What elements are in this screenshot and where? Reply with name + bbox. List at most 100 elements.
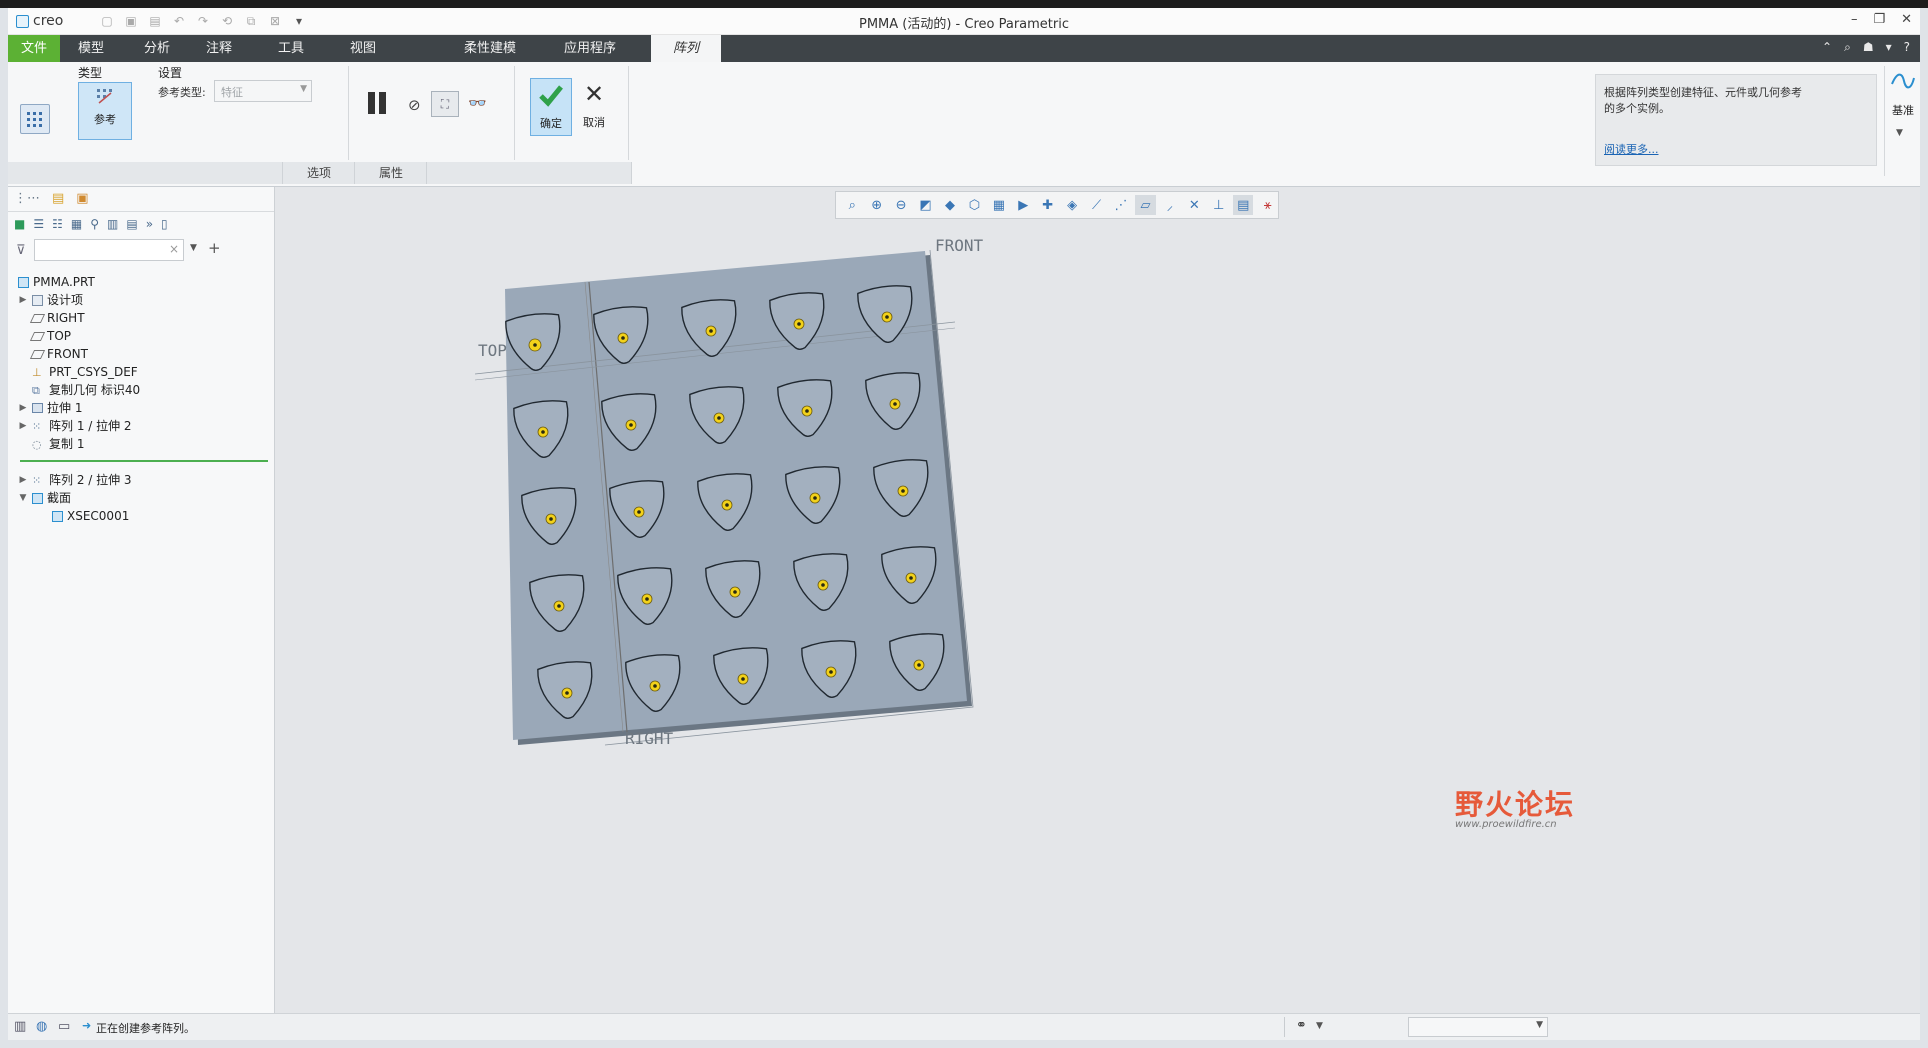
- tab-view[interactable]: 视图: [338, 35, 388, 62]
- pattern-marker-center: [901, 489, 905, 493]
- show-icon[interactable]: ▦: [71, 217, 82, 231]
- tree-item-pattern-1[interactable]: ▶ ⁙ 阵列 1 / 拉伸 2: [18, 417, 132, 435]
- tree-item-extrude-1[interactable]: ▶ 拉伸 1: [18, 399, 83, 417]
- read-more-link[interactable]: 阅读更多...: [1604, 141, 1659, 157]
- expand-icon[interactable]: ▶: [18, 417, 28, 435]
- no-preview-icon[interactable]: ⊘: [408, 96, 421, 114]
- more-icon[interactable]: »: [146, 217, 153, 231]
- collapse-ribbon-icon[interactable]: ⌃: [1822, 40, 1832, 55]
- model-tree-tab-icon[interactable]: ⋮⋯: [14, 191, 40, 206]
- tab-flexible-modeling[interactable]: 柔性建模: [454, 35, 526, 62]
- options-tab[interactable]: 选项: [282, 162, 355, 184]
- minimize-icon[interactable]: –: [1851, 12, 1858, 27]
- reference-pattern-icon: [97, 89, 112, 104]
- tab-analysis[interactable]: 分析: [132, 35, 182, 62]
- search-icon[interactable]: ⌕: [1844, 40, 1851, 55]
- tree-item-label: RIGHT: [47, 311, 85, 325]
- tree-item-xsec0001[interactable]: XSEC0001: [38, 507, 129, 525]
- pattern-marker-center: [797, 322, 801, 326]
- pattern-marker-center: [917, 663, 921, 667]
- insert-here-marker[interactable]: [20, 460, 268, 462]
- pattern-marker-center: [725, 503, 729, 507]
- tab-applications[interactable]: 应用程序: [554, 35, 626, 62]
- clear-search-icon[interactable]: ×: [169, 242, 179, 256]
- tree-columns-icon[interactable]: ☷: [52, 217, 63, 231]
- pattern-marker-center: [885, 315, 889, 319]
- show-navigator-icon[interactable]: ▥: [14, 1019, 26, 1034]
- geometry-preview-icon[interactable]: ⛶: [431, 91, 459, 117]
- find-binoculars-icon[interactable]: ⚭: [1296, 1018, 1307, 1033]
- copy-icon: ◌: [32, 437, 42, 451]
- datum-label[interactable]: 基准: [1892, 102, 1914, 118]
- tree-item-copy-1[interactable]: ◌ 复制 1: [18, 435, 84, 453]
- tab-tools[interactable]: 工具: [266, 35, 316, 62]
- ref-type-select[interactable]: 特征 ▼: [214, 80, 312, 102]
- filter-icon: ⊽: [16, 243, 26, 258]
- datum-curve-icon[interactable]: [1890, 70, 1916, 92]
- verify-glasses-icon[interactable]: 👓: [468, 94, 487, 112]
- search-dropdown-icon[interactable]: ▼: [190, 243, 197, 253]
- help-icon[interactable]: ?: [1904, 40, 1910, 55]
- tab-pattern[interactable]: 阵列: [651, 35, 721, 62]
- datum-label-top: TOP: [478, 341, 507, 360]
- settings-icon[interactable]: ▤: [126, 217, 137, 231]
- find-dropdown-icon[interactable]: ▼: [1316, 1021, 1323, 1031]
- show-browser-icon[interactable]: ◍: [36, 1019, 47, 1034]
- tree-item-design-items[interactable]: ▶ 设计项: [18, 291, 83, 309]
- navigator-tabs: ⋮⋯ ▤ ▣: [14, 191, 89, 206]
- favorites-tab-icon[interactable]: ▣: [76, 191, 88, 206]
- tree-item-csys[interactable]: ⊥ PRT_CSYS_DEF: [18, 363, 138, 381]
- datum-plane-icon: [29, 313, 46, 323]
- tree-item-sections[interactable]: ▼ 截面: [18, 489, 71, 507]
- full-screen-icon[interactable]: ▭: [58, 1019, 70, 1034]
- ok-label: 确定: [540, 117, 562, 130]
- dropdown-icon[interactable]: ▾: [1886, 40, 1892, 55]
- restore-icon[interactable]: ❐: [1873, 12, 1885, 27]
- close-icon[interactable]: ✕: [1901, 12, 1912, 27]
- status-message: 正在创建参考阵列。: [96, 1022, 195, 1035]
- collapse-icon[interactable]: ▼: [18, 489, 28, 507]
- tab-file[interactable]: 文件: [8, 35, 60, 62]
- tree-layers-icon[interactable]: ▥: [107, 217, 118, 231]
- community-icon[interactable]: ☗: [1863, 40, 1874, 55]
- folder-browser-tab-icon[interactable]: ▤: [52, 191, 64, 206]
- tree-item-pmma-prt[interactable]: PMMA.PRT: [18, 273, 95, 291]
- tab-annotate[interactable]: 注释: [194, 35, 244, 62]
- tree-item-front[interactable]: FRONT: [18, 345, 88, 363]
- pattern-marker-center: [821, 583, 825, 587]
- tree-list-icon[interactable]: ☰: [33, 217, 44, 231]
- tree-item-right[interactable]: RIGHT: [18, 309, 85, 327]
- expand-icon[interactable]: ▶: [18, 399, 28, 417]
- expand-icon[interactable]: ▶: [18, 291, 28, 309]
- add-icon[interactable]: +: [208, 239, 221, 257]
- graphics-window[interactable]: ⌕ ⊕ ⊖ ◩ ◆ ⬡ ▦ ▶ ✚ ◈ ⟋ ⋰ ▱ ⸝ ✕ ⊥ ▤ ⚹ FRON…: [275, 187, 1920, 1013]
- datum-plane-icon: [29, 331, 46, 341]
- screen-top-strip: [0, 0, 1928, 8]
- model-viewport[interactable]: FRONT TOP RIGHT: [275, 187, 1920, 1013]
- info-tooltip-box: 根据阵列类型创建特征、元件或几何参考的多个实例。 阅读更多...: [1595, 74, 1877, 166]
- tree-item-label: FRONT: [47, 347, 88, 361]
- tree-item-label: TOP: [47, 329, 72, 343]
- document-icon[interactable]: ▯: [161, 217, 168, 231]
- pause-icon[interactable]: [368, 92, 390, 116]
- datum-label-front: FRONT: [935, 236, 984, 255]
- title-bar: creo ▢ ▣ ▤ ↶ ↷ ⟲ ⧉ ⊠ ▾ PMMA (活动的) - Creo…: [8, 8, 1920, 35]
- tree-item-top[interactable]: TOP: [18, 327, 71, 345]
- expand-icon[interactable]: ▶: [18, 471, 28, 489]
- datum-dropdown-icon[interactable]: ▼: [1896, 128, 1903, 138]
- ok-button[interactable]: 确定: [530, 78, 572, 136]
- type-reference-button[interactable]: 参考: [78, 82, 132, 140]
- tree-search-input[interactable]: ×: [34, 239, 184, 261]
- tree-item-label: 复制 1: [49, 437, 85, 451]
- tab-model[interactable]: 模型: [66, 35, 116, 62]
- tree-item-pattern-2[interactable]: ▶ ⁙ 阵列 2 / 拉伸 3: [18, 471, 132, 489]
- section-icon: [32, 492, 43, 504]
- tree-item-copy-geom[interactable]: ⧉ 复制几何 标识40: [18, 381, 140, 399]
- cancel-button[interactable]: ✕ 取消: [574, 78, 614, 134]
- part-icon[interactable]: ■: [14, 217, 25, 231]
- tree-filter-icon[interactable]: ⚲: [90, 217, 99, 231]
- properties-tab[interactable]: 属性: [354, 162, 427, 184]
- selection-filter-select[interactable]: ▼: [1408, 1017, 1548, 1037]
- pattern-marker-center: [621, 336, 625, 340]
- type-reference-label: 参考: [94, 113, 116, 126]
